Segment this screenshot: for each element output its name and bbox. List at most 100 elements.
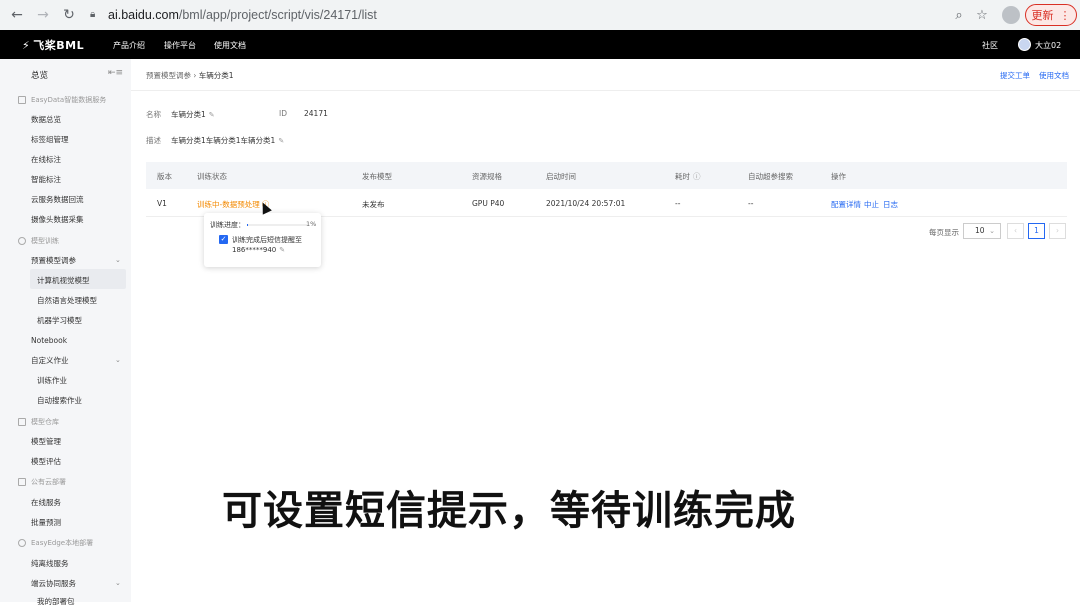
th-version: 版本: [157, 172, 172, 181]
th-start-time: 启动时间: [546, 172, 576, 181]
cloud-icon: [18, 478, 26, 486]
sidebar-item-training-job[interactable]: 训练作业: [37, 375, 67, 386]
action-config-detail[interactable]: 配置详情: [831, 199, 861, 210]
sidebar-item-auto-search-job[interactable]: 自动搜索作业: [37, 395, 82, 406]
brand-name: 飞桨BML: [33, 39, 85, 52]
update-button[interactable]: 更新 ⋮: [1025, 4, 1077, 26]
topnav-platform[interactable]: 操作平台: [164, 40, 196, 51]
training-progress-popover: 训练进度： 1% ✓ 训练完成后短信提醒至 186*****940 ✎: [204, 213, 321, 267]
sidebar-item-offline-service[interactable]: 纯离线服务: [31, 558, 69, 569]
sidebar-item-notebook[interactable]: Notebook: [31, 336, 67, 345]
edit-icon[interactable]: ✎: [279, 246, 285, 254]
breadcrumb-parent[interactable]: 预置模型调参: [146, 71, 191, 80]
data-icon: [18, 96, 26, 104]
docs-link[interactable]: 使用文档: [1039, 70, 1069, 81]
progress-bar-fill: [247, 224, 248, 226]
progress-percent: 1%: [306, 220, 317, 228]
forward-icon[interactable]: →: [34, 6, 52, 24]
profile-avatar[interactable]: [1002, 6, 1020, 24]
sidebar-item-online-service[interactable]: 在线服务: [31, 497, 61, 508]
sidebar-item-ml-model[interactable]: 机器学习模型: [37, 315, 82, 326]
name-value: 车辆分类1 ✎: [171, 110, 215, 119]
edge-icon: [18, 539, 26, 547]
sidebar-group-model-repo: 模型仓库: [18, 417, 59, 427]
cell-start-time: 2021/10/24 20:57:01: [546, 199, 626, 208]
breadcrumb-current: 车辆分类1: [198, 71, 234, 80]
repo-icon: [18, 418, 26, 426]
page-size-select[interactable]: 10 ⌄: [963, 223, 1001, 239]
update-label: 更新: [1031, 9, 1054, 22]
sidebar-item-camera-collect[interactable]: 摄像头数据采集: [31, 214, 84, 225]
edit-icon[interactable]: ✎: [209, 111, 215, 119]
action-log[interactable]: 日志: [883, 199, 898, 210]
sidebar-item-edge-cloud[interactable]: 端云协同服务: [31, 578, 76, 589]
edit-icon[interactable]: ✎: [278, 137, 284, 145]
topnav-products[interactable]: 产品介绍: [113, 40, 145, 51]
help-circle-icon[interactable]: ⓘ: [693, 172, 701, 181]
sidebar-item-online-label[interactable]: 在线标注: [31, 154, 61, 165]
th-auto-search: 自动超参搜索: [748, 172, 793, 181]
th-resource: 资源规格: [472, 172, 502, 181]
sidebar-item-custom-job[interactable]: 自定义作业: [31, 355, 69, 366]
chevron-down-icon: ⌄: [989, 227, 995, 235]
desc-label: 描述: [146, 136, 161, 145]
brand-logo[interactable]: ⚡︎ 飞桨BML: [22, 37, 84, 53]
cube-icon: [18, 237, 26, 245]
back-icon[interactable]: ←: [8, 6, 26, 24]
page-button-current[interactable]: 1: [1028, 223, 1045, 239]
sidebar: 总览 ⇤≡ EasyData智能数据服务 数据总览 标签组管理 在线标注 智能标…: [0, 59, 131, 606]
sidebar-item-model-manage[interactable]: 模型管理: [31, 436, 61, 447]
sidebar-item-data-backflow[interactable]: 云服务数据回流: [31, 194, 84, 205]
th-actions: 操作: [831, 172, 846, 181]
topnav-docs[interactable]: 使用文档: [214, 40, 246, 51]
id-value: 24171: [304, 109, 328, 118]
name-label: 名称: [146, 110, 161, 119]
prev-page-button[interactable]: ‹: [1007, 223, 1024, 239]
cell-publish: 未发布: [362, 200, 385, 209]
breadcrumb: 预置模型调参 › 车辆分类1: [146, 70, 234, 81]
id-label: ID: [279, 109, 287, 118]
paddle-logo-icon: ⚡︎: [22, 39, 31, 52]
app-topbar: [0, 30, 1080, 59]
progress-bar: [247, 224, 307, 226]
collapse-menu-icon[interactable]: ⇤≡: [108, 68, 123, 78]
sidebar-item-data-overview[interactable]: 数据总览: [31, 114, 61, 125]
sidebar-item-model-eval[interactable]: 模型评估: [31, 456, 61, 467]
sms-phone: 186*****940 ✎: [232, 246, 286, 254]
progress-label: 训练进度：: [210, 221, 245, 229]
community-link[interactable]: 社区: [982, 40, 998, 51]
submit-ticket-link[interactable]: 提交工单: [1000, 70, 1030, 81]
cell-version: V1: [157, 199, 167, 208]
th-duration: 耗时 ⓘ: [675, 172, 701, 181]
sidebar-item-batch-predict[interactable]: 批量预测: [31, 517, 61, 528]
desc-value: 车辆分类1车辆分类1车辆分类1 ✎: [171, 136, 285, 145]
user-avatar[interactable]: [1018, 38, 1031, 51]
action-stop[interactable]: 中止: [864, 199, 879, 210]
video-caption: 可设置短信提示，等待训练完成: [222, 488, 796, 534]
reload-icon[interactable]: ↻: [60, 6, 78, 24]
table-header: [146, 162, 1067, 189]
chevron-down-icon[interactable]: ⌄: [115, 579, 121, 587]
lock-icon: 🔒︎: [90, 9, 96, 20]
address-bar[interactable]: 🔒︎ ai.baidu.com/bml/app/project/script/v…: [82, 4, 998, 26]
cell-auto-search: --: [748, 199, 754, 208]
chevron-down-icon[interactable]: ⌄: [115, 356, 121, 364]
bookmark-star-icon[interactable]: ☆: [973, 6, 991, 24]
sidebar-overview[interactable]: 总览: [31, 69, 48, 81]
sidebar-item-nlp-model[interactable]: 自然语言处理模型: [37, 295, 97, 306]
th-status: 训练状态: [197, 172, 227, 181]
cell-resource: GPU P40: [472, 199, 505, 208]
zoom-icon[interactable]: ⌕: [950, 6, 968, 24]
th-publish: 发布模型: [362, 172, 392, 181]
sms-notify-checkbox[interactable]: ✓: [219, 235, 228, 244]
sidebar-item-cv-model[interactable]: 计算机视觉模型: [37, 275, 90, 286]
cell-duration: --: [675, 199, 681, 208]
sidebar-item-smart-label[interactable]: 智能标注: [31, 174, 61, 185]
username[interactable]: 大立02: [1035, 40, 1061, 51]
sidebar-item-label-groups[interactable]: 标签组管理: [31, 134, 69, 145]
sidebar-group-easydata: EasyData智能数据服务: [18, 95, 106, 105]
chevron-down-icon[interactable]: ⌄: [115, 256, 121, 264]
next-page-button[interactable]: ›: [1049, 223, 1066, 239]
page-size-label: 每页显示: [929, 228, 959, 237]
sidebar-item-preset-tuning[interactable]: 预置模型调参: [31, 255, 76, 266]
